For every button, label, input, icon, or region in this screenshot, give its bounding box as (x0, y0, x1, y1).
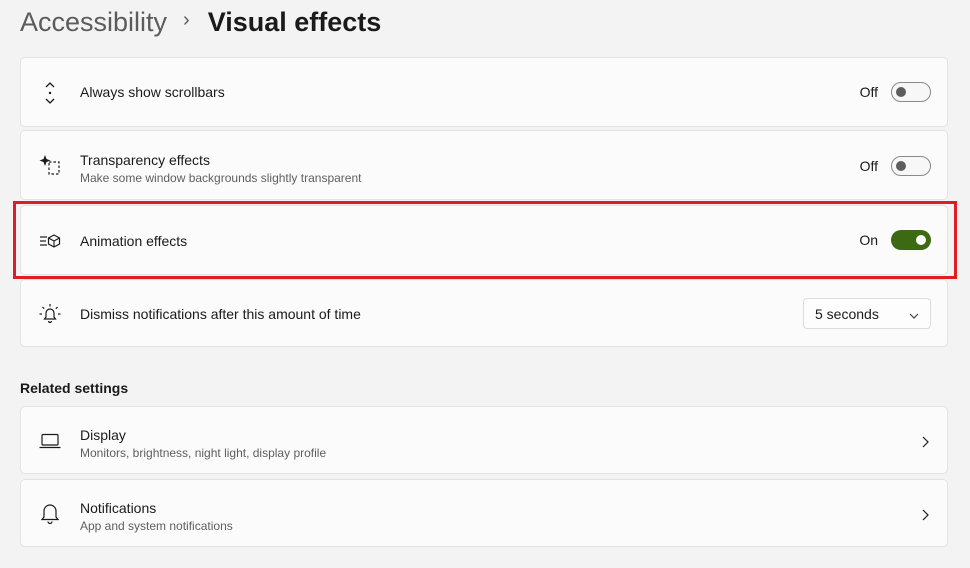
animation-effects-icon (39, 230, 61, 252)
setting-always-show-scrollbars: Always show scrollbars Off (20, 57, 948, 127)
toggle-knob (896, 87, 906, 97)
bell-icon (39, 502, 61, 524)
chevron-down-icon (909, 308, 919, 324)
transparency-sparkle-icon (39, 154, 61, 176)
page-title: Visual effects (207, 6, 382, 37)
setting-transparency-effects: Transparency effects Make some window ba… (20, 130, 948, 200)
scrollbars-toggle[interactable] (891, 82, 931, 102)
related-display-link[interactable]: Display Monitors, brightness, night ligh… (20, 406, 948, 474)
toggle-state-label: Off (859, 158, 878, 174)
breadcrumb: Accessibility › Visual effects (20, 2, 381, 42)
dropdown-value: 5 seconds (815, 305, 879, 322)
setting-title: Notifications (80, 500, 157, 516)
setting-title: Dismiss notifications after this amount … (80, 306, 361, 322)
chevron-right-icon (921, 435, 929, 453)
toggle-knob (916, 235, 926, 245)
notification-bell-icon (39, 303, 61, 325)
setting-subtitle: Monitors, brightness, night light, displ… (80, 446, 327, 460)
transparency-toggle[interactable] (891, 156, 931, 176)
laptop-icon (39, 430, 61, 452)
setting-animation-effects: Animation effects On (20, 205, 948, 275)
setting-title: Display (80, 427, 126, 443)
related-notifications-link[interactable]: Notifications App and system notificatio… (20, 479, 948, 547)
toggle-state-label: Off (859, 84, 878, 100)
scrollbar-arrows-icon (39, 82, 61, 104)
chevron-right-icon (921, 508, 929, 526)
setting-subtitle: Make some window backgrounds slightly tr… (80, 171, 362, 185)
setting-title: Animation effects (80, 233, 188, 249)
dismiss-time-dropdown[interactable]: 5 seconds (803, 298, 931, 329)
toggle-state-label: On (859, 232, 878, 248)
breadcrumb-separator: › (183, 8, 190, 31)
related-settings-heading: Related settings (20, 380, 129, 396)
breadcrumb-parent-accessibility[interactable]: Accessibility (20, 7, 167, 38)
animation-toggle[interactable] (891, 230, 931, 250)
toggle-knob (896, 161, 906, 171)
setting-title: Transparency effects (80, 152, 210, 168)
setting-subtitle: App and system notifications (80, 519, 233, 533)
setting-title: Always show scrollbars (80, 84, 225, 100)
setting-dismiss-notifications: Dismiss notifications after this amount … (20, 279, 948, 347)
